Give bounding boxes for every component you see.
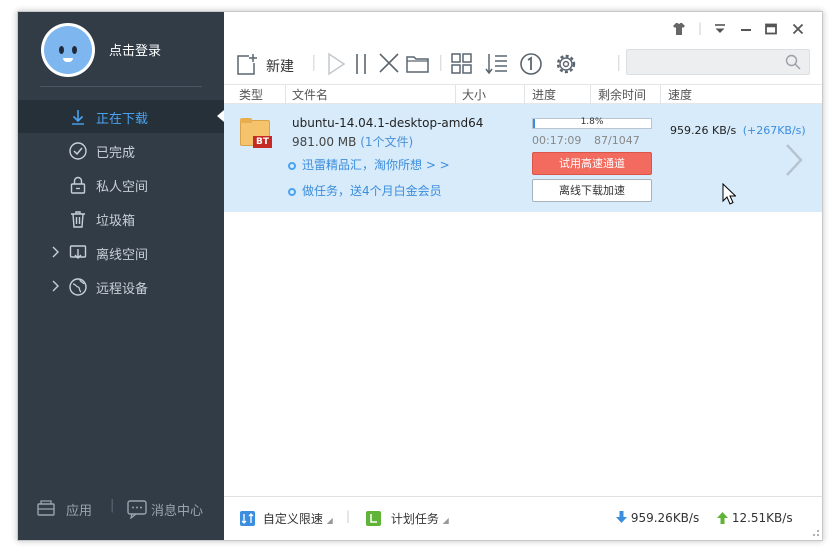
message-center-link[interactable]: 消息中心 [151,500,203,519]
column-remaining-time[interactable]: 剩余时间 [598,87,646,103]
fast-channel-button[interactable]: 试用高速通道 [532,152,652,175]
maximize-icon[interactable] [764,22,778,36]
grid-view-icon[interactable] [448,50,476,78]
speed-limit-button[interactable]: 自定义限速 ◢ [240,510,333,527]
task-speed: 959.26 KB/s (+267KB/s) [670,124,806,137]
schedule-icon [366,511,381,526]
chevron-right-icon[interactable] [51,280,61,292]
bt-file-icon: BT [240,118,272,148]
status-bar: 自定义限速 ◢ | 计划任务 ◢ 959.26KB/s 12.51KB/s [224,496,822,540]
promo-link-1[interactable]: 迅雷精品汇，淘你所想 > > [288,156,450,173]
sidebar: 点击登录 正在下载 已完成 私人空间 垃圾箱 离线空间 远程设备 应用 | 消息… [18,12,224,540]
sidebar-item-private-space[interactable]: 私人空间 [18,168,224,201]
skin-icon[interactable] [672,22,686,36]
down-speed-value: 959.26KB/s [630,511,700,525]
close-icon[interactable] [791,22,805,36]
task-row[interactable]: BT ubuntu-14.04.1-desktop-amd64 981.00 M… [224,104,822,212]
sort-icon[interactable] [483,50,511,78]
chevron-right-icon[interactable] [783,142,805,178]
search-icon[interactable] [785,54,801,70]
up-speed-value: 12.51KB/s [731,511,793,525]
settings-gear-icon[interactable] [552,50,580,78]
column-type[interactable]: 类型 [239,87,263,103]
speed-limit-label: 自定义限速 [262,512,323,526]
mouse-cursor-icon [722,183,736,205]
delete-icon[interactable] [376,50,404,78]
login-link[interactable]: 点击登录 [109,40,161,59]
sidebar-item-label: 已完成 [96,146,136,161]
promo-link-2[interactable]: 做任务，送4个月白金会员 [288,182,442,199]
search-box[interactable] [626,49,810,75]
offline-download-icon [69,245,87,259]
sidebar-item-completed[interactable]: 已完成 [18,134,224,167]
sidebar-item-offline-space[interactable]: 离线空间 [18,236,224,269]
folder-icon[interactable] [404,50,432,78]
sidebar-item-downloading[interactable]: 正在下载 [18,100,224,133]
offline-accelerate-button[interactable]: 离线下载加速 [532,179,652,202]
task-size: 981.00 MB [292,135,357,149]
scheduled-task-label: 计划任务 [390,512,439,526]
apps-icon[interactable] [36,499,56,517]
total-up-speed: 12.51KB/s [717,511,793,525]
chevron-right-icon[interactable] [51,246,61,258]
minimize-icon[interactable] [739,22,753,36]
promo-text: 迅雷精品汇，淘你所想 > > [302,158,450,172]
pieces-count: 87/1047 [594,134,640,147]
globe-device-icon [69,278,87,296]
avatar-face-icon [44,26,92,74]
sidebar-item-label: 正在下载 [96,112,149,127]
task-file-count[interactable]: (1个文件) [360,135,413,149]
bt-badge: BT [253,136,272,148]
sidebar-item-trash[interactable]: 垃圾箱 [18,202,224,235]
new-task-button[interactable]: 新建 [236,50,300,78]
scheduled-task-button[interactable]: 计划任务 ◢ [366,510,449,527]
column-header: 类型 文件名 大小 进度 剩余时间 速度 [224,84,822,104]
check-circle-icon [69,142,87,160]
trash-icon [71,211,85,228]
single-task-icon[interactable] [517,50,545,78]
toolbar: | 新建 | | | [224,12,822,84]
sidebar-item-label: 私人空间 [96,180,149,195]
message-center-icon[interactable] [126,499,148,519]
new-task-label: 新建 [266,59,294,75]
start-icon[interactable] [322,50,350,78]
column-progress[interactable]: 进度 [532,87,556,103]
speed-limit-icon [240,511,255,526]
progress-bar: 1.8% [532,117,652,129]
elapsed-time: 00:17:09 [532,134,582,147]
sidebar-item-remote-devices[interactable]: 远程设备 [18,270,224,303]
avatar[interactable] [41,23,95,77]
menu-dropdown-icon[interactable] [713,22,727,36]
progress-label: 1.8% [580,117,604,127]
column-filename[interactable]: 文件名 [292,87,328,103]
sidebar-footer: 应用 | 消息中心 [18,494,224,524]
resize-grip-icon[interactable] [810,527,820,537]
column-speed[interactable]: 速度 [668,87,692,103]
apps-link[interactable]: 应用 [66,500,92,519]
download-speed: 959.26 KB/s [670,124,737,137]
promo-text: 做任务，送4个月白金会员 [302,184,442,198]
column-size[interactable]: 大小 [462,87,486,103]
task-size-line: 981.00 MB (1个文件) [292,133,413,150]
lock-icon [70,176,86,194]
speed-boost: (+267KB/s) [742,124,806,137]
new-file-icon [237,54,257,75]
total-down-speed: 959.26KB/s [616,511,699,525]
sidebar-item-label: 垃圾箱 [96,214,136,229]
task-filename: ubuntu-14.04.1-desktop-amd64 [292,116,484,130]
pause-icon[interactable] [348,50,376,78]
down-arrow-icon [616,511,627,523]
sidebar-divider [40,86,202,87]
download-arrow-icon [72,110,84,125]
sidebar-item-label: 远程设备 [96,282,149,297]
up-arrow-icon [717,512,728,524]
search-input[interactable] [631,53,781,71]
sidebar-item-label: 离线空间 [96,248,149,263]
thunder-window: 点击登录 正在下载 已完成 私人空间 垃圾箱 离线空间 远程设备 应用 | 消息… [17,11,823,541]
